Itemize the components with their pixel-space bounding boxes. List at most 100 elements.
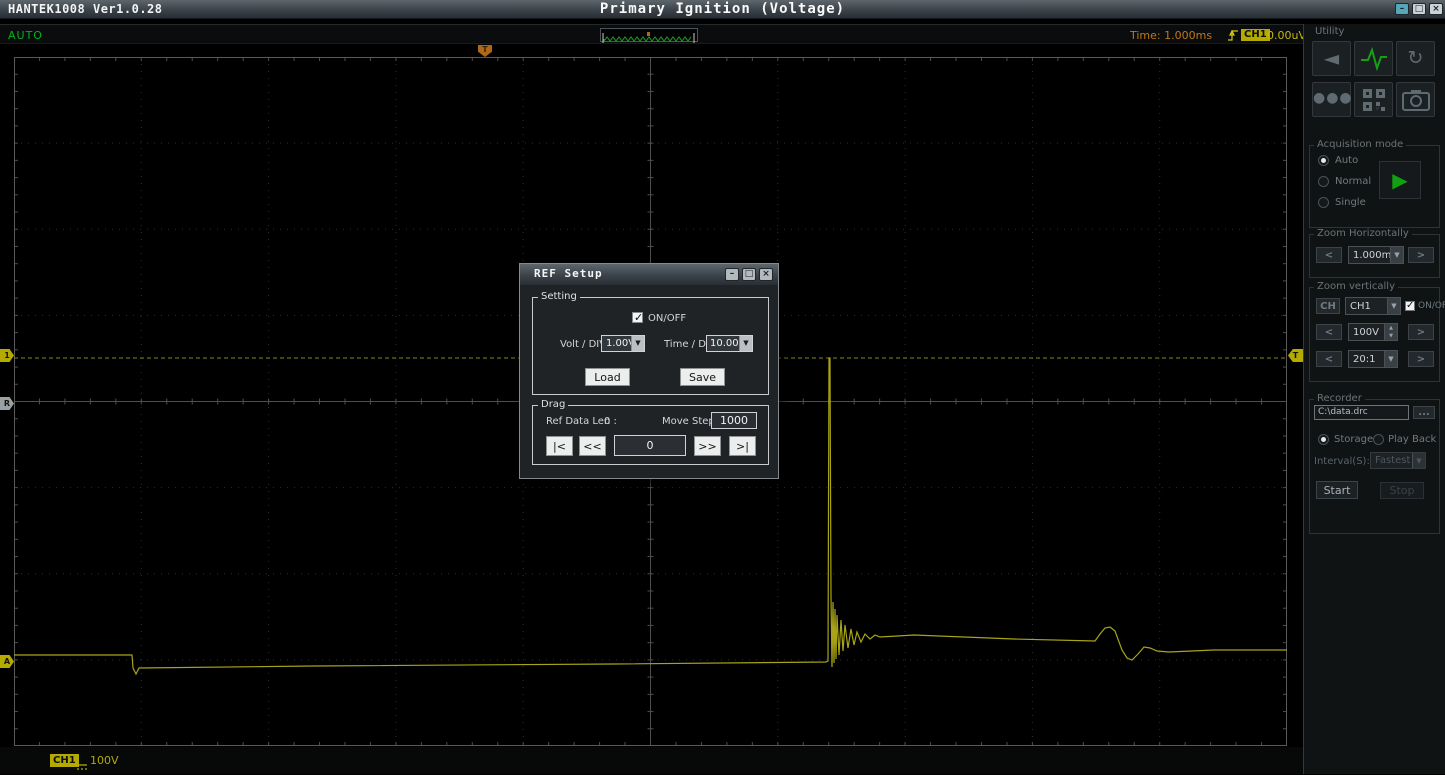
probe-prev-button[interactable]: < xyxy=(1316,351,1342,367)
acquisition-status: AUTO xyxy=(8,29,43,42)
ref-onoff-checkbox[interactable] xyxy=(632,312,643,323)
dc-coupling-icon xyxy=(76,756,88,775)
trigger-level-readout: 0.00uV xyxy=(1267,29,1306,42)
volt-div-label: Volt / DIV xyxy=(560,339,606,350)
radio-playback-label: Play Back xyxy=(1388,434,1436,445)
ref-data-len-value: 0 xyxy=(604,416,610,427)
trigger-level-marker[interactable]: T xyxy=(1288,349,1303,362)
trigger-edge-icon xyxy=(1227,27,1239,47)
dialog-titlebar[interactable]: REF Setup xyxy=(520,264,778,285)
back-arrow-icon: ◄ xyxy=(1324,46,1339,70)
drag-next-button[interactable]: >> xyxy=(694,436,721,456)
record-stop-button-disabled: Stop xyxy=(1380,482,1424,499)
volt-div-prev-button[interactable]: < xyxy=(1316,324,1342,340)
trigger-channel-badge: CH1 xyxy=(1241,29,1270,41)
qr-code-icon xyxy=(1362,88,1386,112)
channel-onoff-label: ON/OFF xyxy=(1418,301,1445,311)
chevron-down-icon: ▼ xyxy=(1412,453,1425,468)
chevron-down-icon[interactable]: ▼ xyxy=(1387,298,1400,314)
drag-position-field[interactable]: 0 xyxy=(614,435,686,456)
record-path-input[interactable]: C:\data.drc xyxy=(1314,405,1409,420)
spinner-arrows-icon[interactable]: ▲▼ xyxy=(1384,324,1397,340)
dialog-close-button[interactable]: × xyxy=(759,268,773,281)
screenshot-button[interactable] xyxy=(1396,82,1435,117)
ref-voltdiv-select[interactable]: 1.00V ▼ xyxy=(601,335,645,352)
load-button[interactable]: Load xyxy=(585,368,630,386)
document-title: Primary Ignition (Voltage) xyxy=(0,1,1445,17)
ref-setup-dialog: REF Setup – □ × Setting ON/OFF Volt / DI… xyxy=(519,263,779,479)
probe-select[interactable]: 20:1 ▼ xyxy=(1348,350,1398,368)
utility-section-label: Utility xyxy=(1312,26,1347,37)
waveform-generator-button[interactable] xyxy=(1354,41,1393,76)
timebase-select[interactable]: 1.000ms ▼ xyxy=(1348,246,1404,264)
radio-normal[interactable] xyxy=(1318,176,1329,187)
radio-auto[interactable] xyxy=(1318,155,1329,166)
channel-a-position-marker[interactable]: A xyxy=(0,655,14,668)
refresh-button[interactable]: ↻ xyxy=(1396,41,1435,76)
ref-timediv-select[interactable]: 10.00us ▼ xyxy=(706,335,753,352)
zoom-horizontal-label: Zoom Horizontally xyxy=(1314,228,1412,239)
ref-onoff-label: ON/OFF xyxy=(648,313,686,324)
channel1-position-marker[interactable]: 1 xyxy=(0,349,14,362)
minimize-button[interactable]: – xyxy=(1395,3,1409,15)
interval-value: Fastest xyxy=(1375,455,1410,466)
setting-group-label: Setting xyxy=(538,291,580,302)
more-options-button[interactable]: ●●● xyxy=(1312,82,1351,117)
radio-storage-label: Storage xyxy=(1334,434,1373,445)
chevron-down-icon[interactable]: ▼ xyxy=(1390,247,1403,263)
back-button[interactable]: ◄ xyxy=(1312,41,1351,76)
reference-position-marker[interactable]: R xyxy=(0,397,14,410)
probe-value: 20:1 xyxy=(1353,354,1375,365)
radio-single[interactable] xyxy=(1318,197,1329,208)
browse-button[interactable]: ... xyxy=(1413,406,1435,419)
volt-div-spinner[interactable]: 100V ▲▼ xyxy=(1348,323,1398,341)
pulse-icon xyxy=(1359,44,1389,74)
time-base-readout: Time: 1.000ms xyxy=(1130,29,1212,42)
dialog-maximize-button[interactable]: □ xyxy=(742,268,756,281)
refresh-icon: ↻ xyxy=(1408,47,1424,69)
camera-icon xyxy=(1402,89,1430,111)
qr-code-button[interactable] xyxy=(1354,82,1393,117)
dialog-minimize-button[interactable]: – xyxy=(725,268,739,281)
zoom-h-next-button[interactable]: > xyxy=(1408,247,1434,263)
play-icon: ▶ xyxy=(1392,168,1407,192)
move-step-input[interactable]: 1000 xyxy=(711,412,757,429)
save-button[interactable]: Save xyxy=(680,368,725,386)
close-button[interactable]: × xyxy=(1429,3,1443,15)
channel-status-bar: CH1 100V xyxy=(0,747,1303,774)
run-button[interactable]: ▶ xyxy=(1379,161,1421,199)
channel1-voltdiv-readout: 100V xyxy=(90,754,119,767)
maximize-button[interactable]: □ xyxy=(1412,3,1426,15)
drag-prev-button[interactable]: << xyxy=(579,436,606,456)
dialog-title: REF Setup xyxy=(534,267,603,280)
chevron-down-icon[interactable]: ▼ xyxy=(1384,351,1397,367)
interval-label: Interval(S): xyxy=(1314,456,1370,467)
probe-next-button[interactable]: > xyxy=(1408,351,1434,367)
window-titlebar: HANTEK1008 Ver1.0.28 Primary Ignition (V… xyxy=(0,0,1445,19)
ch-button[interactable]: CH xyxy=(1316,298,1340,314)
radio-playback[interactable] xyxy=(1373,434,1384,445)
zoom-h-prev-button[interactable]: < xyxy=(1316,247,1342,263)
zoom-vertical-label: Zoom vertically xyxy=(1314,281,1398,292)
chevron-down-icon[interactable]: ▼ xyxy=(631,336,644,351)
radio-single-label: Single xyxy=(1335,197,1366,208)
control-sidebar: Utility ◄ ↻ ●●● Acquisition mode Auto No… xyxy=(1304,24,1445,774)
recorder-label: Recorder xyxy=(1314,393,1365,404)
acquisition-mode-label: Acquisition mode xyxy=(1314,139,1406,150)
channel-select-value: CH1 xyxy=(1350,301,1371,312)
drag-last-button[interactable]: >| xyxy=(729,436,756,456)
radio-storage[interactable] xyxy=(1318,434,1329,445)
chevron-down-icon[interactable]: ▼ xyxy=(739,336,752,351)
waveform-preview[interactable] xyxy=(600,28,698,42)
radio-normal-label: Normal xyxy=(1335,176,1371,187)
ellipsis-icon: ●●● xyxy=(1313,90,1353,106)
channel-onoff-checkbox[interactable] xyxy=(1405,301,1415,311)
drag-first-button[interactable]: |< xyxy=(546,436,573,456)
volt-div-next-button[interactable]: > xyxy=(1408,324,1434,340)
drag-group-label: Drag xyxy=(538,399,568,410)
channel1-badge[interactable]: CH1 xyxy=(50,754,79,767)
channel-select[interactable]: CH1 ▼ xyxy=(1345,297,1401,315)
waveform-preview-icon xyxy=(601,32,697,44)
record-start-button[interactable]: Start xyxy=(1316,481,1358,499)
trigger-position-marker[interactable]: T xyxy=(478,45,492,57)
